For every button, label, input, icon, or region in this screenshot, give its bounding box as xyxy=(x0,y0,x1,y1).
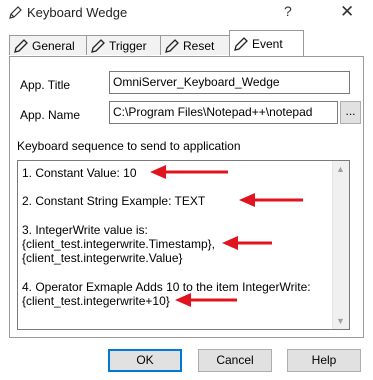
sequence-line: {client_test.integerwrite.Value} xyxy=(22,251,183,265)
tab-strip: General Trigger Reset Event xyxy=(0,27,373,57)
tab-general[interactable]: General xyxy=(9,35,87,55)
close-button[interactable]: ✕ xyxy=(340,2,354,22)
browse-button[interactable]: ... xyxy=(340,101,361,124)
annotation-arrow-3 xyxy=(222,236,272,250)
sequence-line: {client_test.integerwrite+10} xyxy=(22,294,170,308)
tab-event[interactable]: Event xyxy=(229,30,304,56)
app-name-field[interactable]: C:\Program Files\Notepad++\notepad xyxy=(109,101,338,124)
vertical-scrollbar[interactable]: ▲ ▼ xyxy=(332,161,349,329)
scroll-down-icon[interactable]: ▼ xyxy=(336,316,345,326)
sequence-line: 4. Operator Exmaple Adds 10 to the item … xyxy=(22,280,311,294)
app-name-label: App. Name xyxy=(20,108,81,122)
annotation-arrow-2 xyxy=(239,193,303,207)
annotation-arrow-1 xyxy=(150,165,228,179)
sequence-line: 2. Constant String Example: TEXT xyxy=(22,194,206,208)
pencil-icon xyxy=(91,38,105,53)
pencil-icon xyxy=(9,6,22,19)
ok-button[interactable]: OK xyxy=(108,349,182,372)
app-title-label: App. Title xyxy=(20,78,71,92)
help-button[interactable]: Help xyxy=(287,349,361,372)
tab-reset[interactable]: Reset xyxy=(160,35,230,55)
help-title-button[interactable]: ? xyxy=(284,3,292,19)
pencil-icon xyxy=(234,36,248,51)
sequence-line: 3. IntegerWrite value is: xyxy=(22,223,148,237)
sequence-label: Keyboard sequence to send to application xyxy=(17,139,241,153)
tab-label: Reset xyxy=(183,38,215,53)
window-title: Keyboard Wedge xyxy=(27,5,128,20)
app-title-field[interactable]: OmniServer_Keyboard_Wedge xyxy=(109,71,350,94)
tab-trigger[interactable]: Trigger xyxy=(86,35,161,55)
title-bar: Keyboard Wedge ? ✕ xyxy=(0,0,373,26)
cancel-button[interactable]: Cancel xyxy=(198,349,272,372)
pencil-icon xyxy=(14,38,28,53)
tab-label: Event xyxy=(252,36,283,51)
pencil-icon xyxy=(165,38,179,53)
sequence-line: 1. Constant Value: 10 xyxy=(22,166,137,180)
annotation-arrow-4 xyxy=(175,293,237,307)
tab-label: General xyxy=(32,38,75,53)
tab-label: Trigger xyxy=(109,38,147,53)
scroll-up-icon[interactable]: ▲ xyxy=(336,164,345,174)
sequence-line: {client_test.integerwrite.Timestamp}, xyxy=(22,237,215,251)
